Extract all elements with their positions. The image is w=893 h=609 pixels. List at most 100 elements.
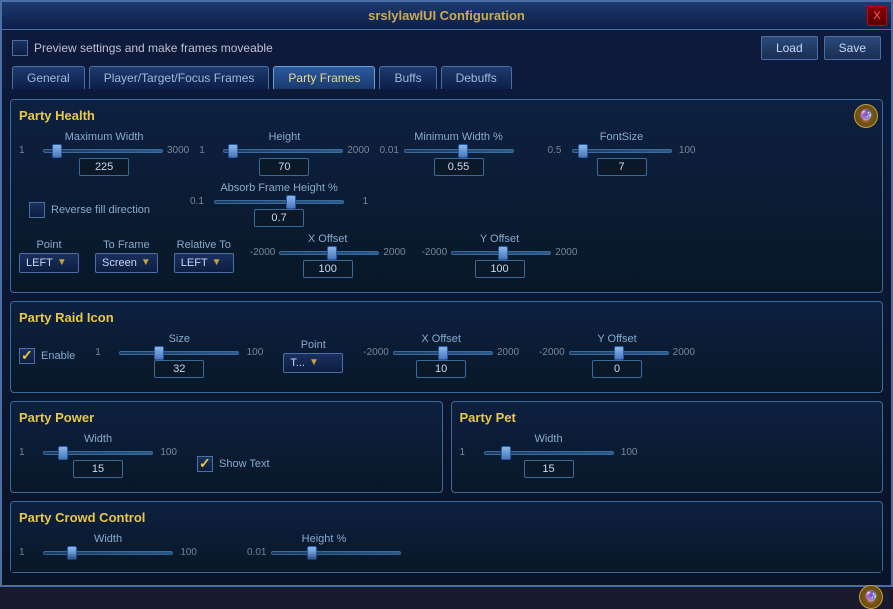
health-row2: Reverse fill direction Absorb Frame Heig… xyxy=(29,182,874,227)
cc-height-label: Height % xyxy=(302,533,347,545)
x-offset-max: 2000 xyxy=(383,247,405,258)
party-power-title: Party Power xyxy=(19,410,434,425)
reverse-fill-checkbox[interactable] xyxy=(29,202,45,218)
preview-checkbox[interactable] xyxy=(12,40,28,56)
cc-height-min: 0.01 xyxy=(247,547,267,558)
raid-x-max: 2000 xyxy=(497,347,519,358)
party-pet-title: Party Pet xyxy=(460,410,875,425)
raid-size-min: 1 xyxy=(95,347,115,358)
party-pet-section: Party Pet Width 1 100 xyxy=(451,401,884,493)
raid-y-min: -2000 xyxy=(539,347,565,358)
font-size-group: FontSize 0.5 100 xyxy=(548,131,696,176)
pet-width-group: Width 1 100 xyxy=(460,433,638,478)
min-width-pct-slider[interactable] xyxy=(404,149,514,153)
tab-general[interactable]: General xyxy=(12,66,85,89)
relative-to-value: LEFT xyxy=(181,257,208,269)
cc-width-group: Width 1 100 xyxy=(19,533,197,558)
pet-width-slider-row: 1 100 xyxy=(460,447,638,458)
height-min: 1 xyxy=(199,145,219,156)
to-frame-group: To Frame Screen ▼ xyxy=(95,239,158,273)
height-slider[interactable] xyxy=(223,149,343,153)
raid-x-offset-group: X Offset -2000 2000 xyxy=(363,333,519,378)
party-cc-title: Party Crowd Control xyxy=(19,510,874,525)
pet-width-value[interactable] xyxy=(524,460,574,478)
raid-size-slider[interactable] xyxy=(119,351,239,355)
raid-size-slider-row: 1 100 xyxy=(95,347,263,358)
preview-checkbox-group: Preview settings and make frames moveabl… xyxy=(12,40,273,56)
power-width-label: Width xyxy=(84,433,112,445)
cc-width-slider[interactable] xyxy=(43,551,173,555)
font-size-min: 0.5 xyxy=(548,145,568,156)
raid-y-slider-row: -2000 2000 xyxy=(539,347,695,358)
x-offset-value[interactable] xyxy=(303,260,353,278)
height-group: Height 1 2000 xyxy=(199,131,369,176)
show-text-checkbox[interactable] xyxy=(197,456,213,472)
tab-player[interactable]: Player/Target/Focus Frames xyxy=(89,66,270,89)
party-health-section: 🔮 Party Health Maximum Width 1 3000 Heig… xyxy=(10,99,883,293)
raid-y-slider[interactable] xyxy=(569,351,669,355)
party-crowd-control-section: Party Crowd Control Width 1 100 Height %… xyxy=(10,501,883,573)
save-button[interactable]: Save xyxy=(824,36,881,60)
tab-debuffs[interactable]: Debuffs xyxy=(441,66,512,89)
window-title: srslylawlUI Configuration xyxy=(368,8,525,23)
cc-height-slider[interactable] xyxy=(271,551,401,555)
party-power-section: Party Power Width 1 100 Show Text xyxy=(10,401,443,493)
raid-size-value[interactable] xyxy=(154,360,204,378)
to-frame-dropdown[interactable]: Screen ▼ xyxy=(95,253,158,273)
top-bar: Preview settings and make frames moveabl… xyxy=(2,30,891,66)
y-offset-slider[interactable] xyxy=(451,251,551,255)
raid-x-value[interactable] xyxy=(416,360,466,378)
x-offset-slider[interactable] xyxy=(279,251,379,255)
relative-to-dropdown[interactable]: LEFT ▼ xyxy=(174,253,234,273)
absorb-min: 0.1 xyxy=(190,196,210,207)
font-size-slider-row: 0.5 100 xyxy=(548,145,696,156)
raid-point-group: Point T... ▼ xyxy=(283,339,343,373)
point-arrow: ▼ xyxy=(57,257,67,268)
raid-enable-checkbox[interactable] xyxy=(19,348,35,364)
max-width-group: Maximum Width 1 3000 xyxy=(19,131,189,176)
health-row3: Point LEFT ▼ To Frame Screen ▼ R xyxy=(19,233,874,278)
close-button[interactable]: X xyxy=(867,6,887,26)
raid-point-dropdown[interactable]: T... ▼ xyxy=(283,353,343,373)
corner-icon-top: 🔮 xyxy=(854,104,878,128)
tab-party[interactable]: Party Frames xyxy=(273,66,375,89)
top-buttons: Load Save xyxy=(761,36,881,60)
min-width-pct-value[interactable] xyxy=(434,158,484,176)
absorb-slider[interactable] xyxy=(214,200,344,204)
raid-x-min: -2000 xyxy=(363,347,389,358)
max-width-value[interactable] xyxy=(79,158,129,176)
pet-width-slider[interactable] xyxy=(484,451,614,455)
title-bar: srslylawlUI Configuration X xyxy=(2,2,891,30)
absorb-max: 1 xyxy=(348,196,368,207)
font-size-value[interactable] xyxy=(597,158,647,176)
y-offset-value[interactable] xyxy=(475,260,525,278)
raid-x-offset-label: X Offset xyxy=(421,333,461,345)
raid-x-slider-row: -2000 2000 xyxy=(363,347,519,358)
raid-size-label: Size xyxy=(169,333,190,345)
raid-x-slider[interactable] xyxy=(393,351,493,355)
height-max: 2000 xyxy=(347,145,369,156)
power-width-slider[interactable] xyxy=(43,451,153,455)
pet-width-label: Width xyxy=(534,433,562,445)
raid-point-arrow: ▼ xyxy=(309,357,319,368)
raid-size-group: Size 1 100 xyxy=(95,333,263,378)
to-frame-value: Screen xyxy=(102,257,137,269)
raid-y-value[interactable] xyxy=(592,360,642,378)
to-frame-label: To Frame xyxy=(103,239,149,251)
raid-size-max: 100 xyxy=(243,347,263,358)
health-sliders-row1: Maximum Width 1 3000 Height 1 2000 xyxy=(19,131,874,176)
font-size-slider[interactable] xyxy=(572,149,672,153)
relative-to-arrow: ▼ xyxy=(212,257,222,268)
font-size-label: FontSize xyxy=(600,131,643,143)
absorb-value[interactable] xyxy=(254,209,304,227)
cc-width-label: Width xyxy=(94,533,122,545)
raid-y-max: 2000 xyxy=(673,347,695,358)
max-width-slider[interactable] xyxy=(43,149,163,153)
point-dropdown[interactable]: LEFT ▼ xyxy=(19,253,79,273)
power-width-value[interactable] xyxy=(73,460,123,478)
height-value[interactable] xyxy=(259,158,309,176)
load-button[interactable]: Load xyxy=(761,36,818,60)
height-slider-row: 1 2000 xyxy=(199,145,369,156)
tab-buffs[interactable]: Buffs xyxy=(379,66,436,89)
party-health-title: Party Health xyxy=(19,108,874,123)
